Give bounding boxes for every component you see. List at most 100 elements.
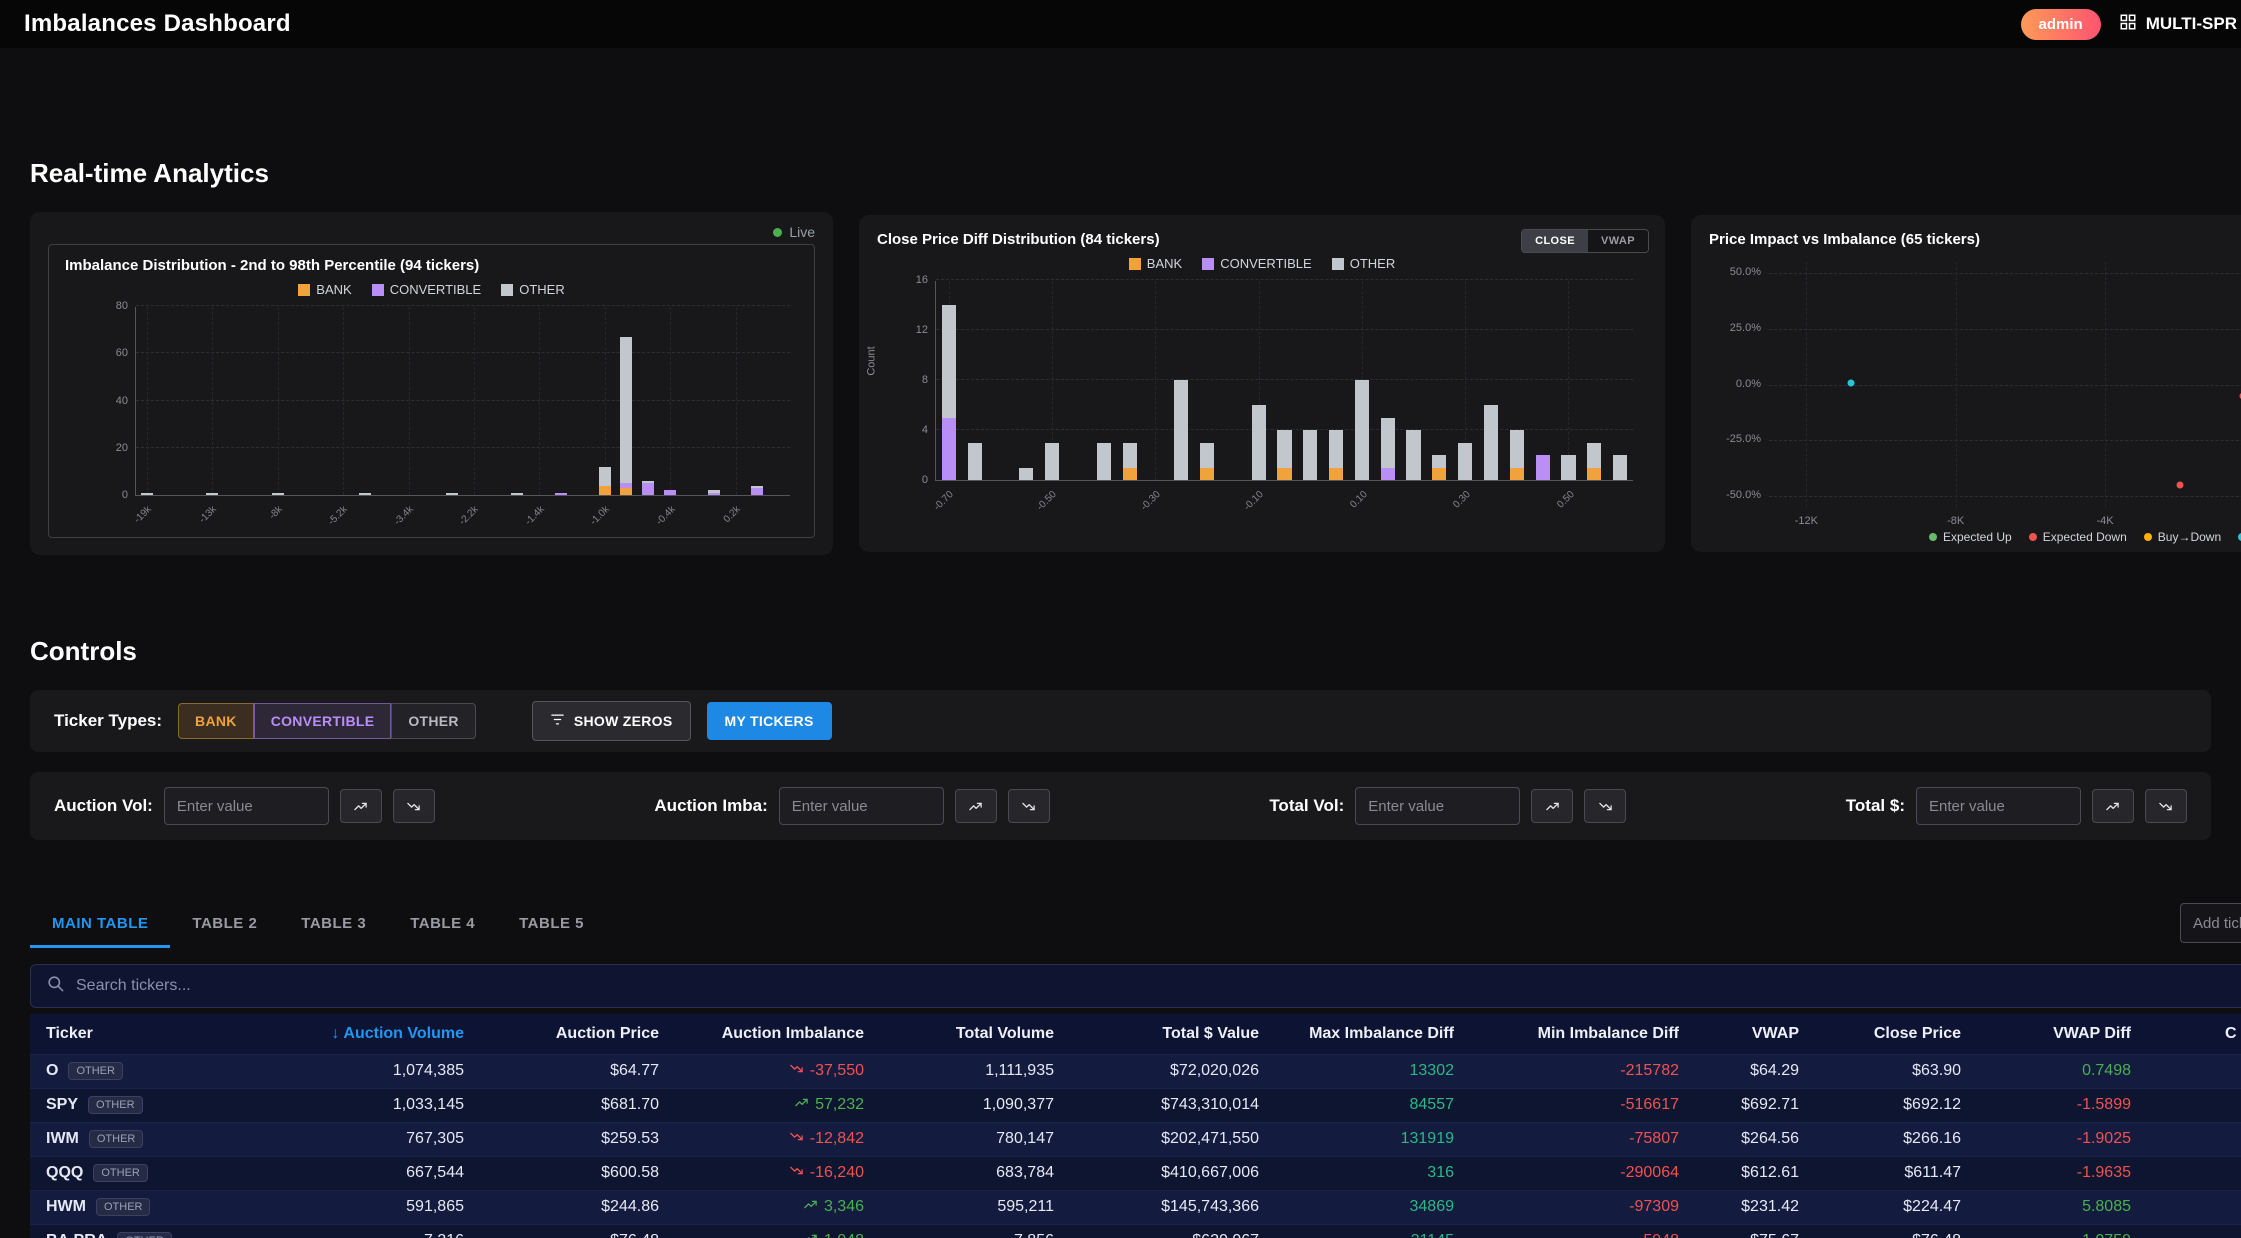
column-header-auction-volume[interactable]: ↓Auction Volume — [230, 1014, 480, 1054]
trend-down-icon — [789, 1061, 804, 1081]
ticker-type-other-button[interactable]: OTHER — [391, 703, 476, 739]
stacked-bar — [1432, 455, 1446, 480]
bar-segment-other — [1252, 405, 1266, 480]
filter-input-auction-imba[interactable] — [779, 787, 944, 825]
workspace-selector[interactable]: MULTI-SPR — [2119, 13, 2237, 36]
column-header-max-imbalance-diff[interactable]: Max Imbalance Diff — [1275, 1014, 1470, 1054]
ticker-type-bank-button[interactable]: BANK — [178, 703, 254, 739]
x-slot — [1271, 485, 1297, 525]
filter-trend-up-button-total-vol[interactable] — [1531, 789, 1573, 823]
cell-total-value: $743,310,014 — [1070, 1088, 1275, 1122]
bar-segment-other — [1329, 430, 1343, 468]
x-slot: -0.30 — [1142, 485, 1168, 525]
stacked-bar — [1045, 443, 1059, 481]
column-header-total-value[interactable]: Total $ Value — [1070, 1014, 1275, 1054]
table-row[interactable]: QQQOTHER667,544$600.58-16,240683,784$410… — [30, 1156, 2241, 1190]
chart3-title: Price Impact vs Imbalance (65 tickers) — [1709, 231, 2241, 248]
filter-group-total: Total $: — [1846, 787, 2187, 825]
cell-max-imbalance-diff: 131919 — [1275, 1122, 1470, 1156]
filter-input-auction-vol[interactable] — [164, 787, 329, 825]
filter-trend-up-button-total[interactable] — [2092, 789, 2134, 823]
my-tickers-button[interactable]: MY TICKERS — [707, 702, 832, 740]
column-header-c[interactable]: C — [2147, 1014, 2241, 1054]
cell-total-volume: 1,090,377 — [880, 1088, 1070, 1122]
table-row[interactable]: OOTHER1,074,385$64.77-37,5501,111,935$72… — [30, 1054, 2241, 1088]
table-row[interactable]: HWMOTHER591,865$244.863,346595,211$145,7… — [30, 1190, 2241, 1224]
column-header-auction-price[interactable]: Auction Price — [480, 1014, 675, 1054]
legend-dot-icon — [2144, 533, 2152, 541]
tab-table-5[interactable]: TABLE 5 — [497, 902, 606, 948]
filter-trend-up-button-auction-vol[interactable] — [340, 789, 382, 823]
column-header-vwap[interactable]: VWAP — [1695, 1014, 1815, 1054]
stacked-bar — [1561, 455, 1575, 480]
y-tick-label: 0.0% — [1736, 378, 1769, 390]
bar-slot — [507, 307, 529, 495]
admin-badge[interactable]: admin — [2021, 9, 2101, 40]
stacked-bar — [751, 486, 763, 495]
x-tick-label: -0.30 — [1139, 489, 1163, 513]
bar-slot — [398, 307, 420, 495]
column-header-ticker[interactable]: Ticker — [30, 1014, 230, 1054]
bar-slot — [1556, 281, 1582, 480]
cell-last — [2147, 1224, 2241, 1238]
tab-table-3[interactable]: TABLE 3 — [279, 902, 388, 948]
add-ticker-input[interactable] — [2180, 903, 2241, 943]
filter-trend-down-button-total[interactable] — [2145, 789, 2187, 823]
filter-input-total[interactable] — [1916, 787, 2081, 825]
legend-item-other: OTHER — [501, 282, 565, 297]
search-input[interactable] — [76, 977, 2241, 995]
x-slot — [768, 500, 790, 540]
filter-trend-up-button-auction-imba[interactable] — [955, 789, 997, 823]
column-header-vwap-diff[interactable]: VWAP Diff — [1977, 1014, 2147, 1054]
search-bar — [30, 964, 2241, 1008]
toggle-vwap-button[interactable]: VWAP — [1588, 230, 1648, 252]
x-slot: 0.30 — [1452, 485, 1478, 525]
chart2-legend: BANKCONVERTIBLEOTHER — [877, 256, 1647, 271]
table-row[interactable]: BA.PRAOTHER7,216$76.481,0487,856$620,067… — [30, 1224, 2241, 1238]
column-header-auction-imbalance[interactable]: Auction Imbalance — [675, 1014, 880, 1054]
cell-last — [2147, 1156, 2241, 1190]
bar-slot — [659, 307, 681, 495]
cell-ticker: SPYOTHER — [30, 1088, 230, 1122]
column-header-close-price[interactable]: Close Price — [1815, 1014, 1977, 1054]
show-zeros-button[interactable]: SHOW ZEROS — [532, 701, 691, 741]
filter-label-total: Total $: — [1846, 796, 1905, 816]
bar-segment-bank — [1123, 468, 1137, 481]
price-impact-scatter-card: Price Impact vs Imbalance (65 tickers) 5… — [1691, 215, 2241, 552]
cell-vwap-diff: -1.5899 — [1977, 1088, 2147, 1122]
bar-slot — [746, 307, 768, 495]
tab-table-4[interactable]: TABLE 4 — [388, 902, 497, 948]
y-tick-label: 20 — [116, 442, 136, 454]
bar-segment-convertible — [642, 483, 654, 495]
legend-item-bank: BANK — [298, 282, 351, 297]
x-slot — [222, 500, 244, 540]
bar-segment-other — [1458, 443, 1472, 481]
filter-trend-down-button-total-vol[interactable] — [1584, 789, 1626, 823]
filter-input-total-vol[interactable] — [1355, 787, 1520, 825]
bar-segment-convertible — [1536, 455, 1550, 480]
bar-segment-other — [1277, 430, 1291, 468]
ticker-type-badge: OTHER — [117, 1232, 172, 1238]
y-tick-label: 0 — [922, 474, 936, 486]
x-tick-label: 0.30 — [1451, 489, 1473, 511]
bar-slot — [332, 307, 354, 495]
table-row[interactable]: IWMOTHER767,305$259.53-12,842780,147$202… — [30, 1122, 2241, 1156]
ticker-type-convertible-button[interactable]: CONVERTIBLE — [254, 703, 392, 739]
toggle-close-button[interactable]: CLOSE — [1522, 230, 1588, 252]
filter-trend-down-button-auction-vol[interactable] — [393, 789, 435, 823]
legend-item-convertible: CONVERTIBLE — [372, 282, 482, 297]
bar-slot — [1297, 281, 1323, 480]
column-header-total-volume[interactable]: Total Volume — [880, 1014, 1070, 1054]
column-header-min-imbalance-diff[interactable]: Min Imbalance Diff — [1470, 1014, 1695, 1054]
tab-main-table[interactable]: MAIN TABLE — [30, 902, 170, 948]
column-header-label: VWAP — [1752, 1025, 1799, 1042]
filter-trend-down-button-auction-imba[interactable] — [1008, 789, 1050, 823]
cell-total-volume: 780,147 — [880, 1122, 1070, 1156]
cell-auction-volume: 667,544 — [230, 1156, 480, 1190]
cell-vwap: $612.61 — [1695, 1156, 1815, 1190]
x-slot — [1375, 485, 1401, 525]
table-row[interactable]: SPYOTHER1,033,145$681.7057,2321,090,377$… — [30, 1088, 2241, 1122]
imbalance-value: -16,240 — [789, 1163, 864, 1183]
tab-table-2[interactable]: TABLE 2 — [170, 902, 279, 948]
cell-total-volume: 595,211 — [880, 1190, 1070, 1224]
